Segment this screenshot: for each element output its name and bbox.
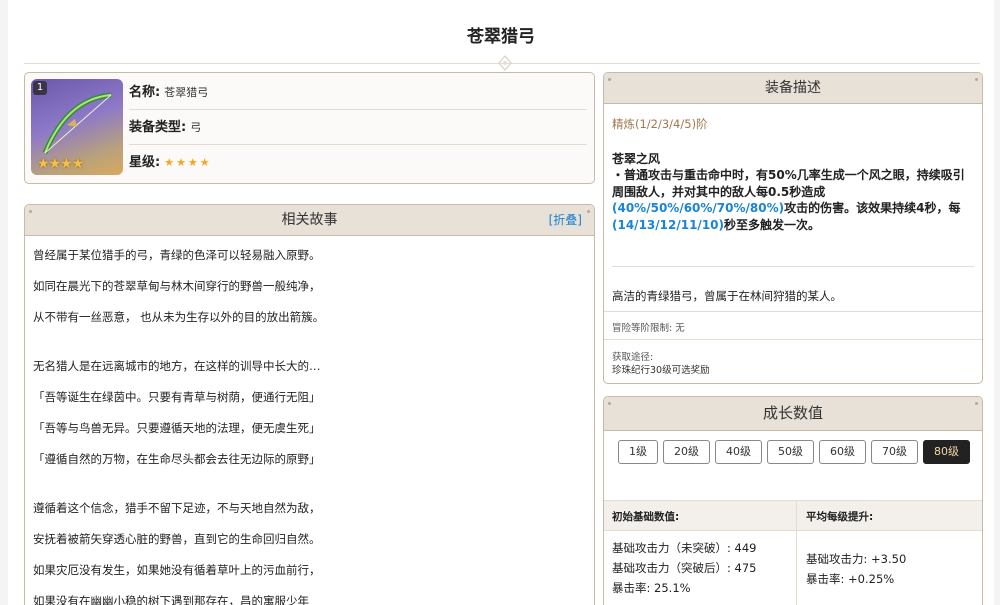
story-line: 「吾等诞生在绿茵中。只要有青草与树荫，便通行无阻」 xyxy=(33,390,321,404)
avg-crit: 暴击率: +0.25% xyxy=(806,572,895,586)
fold-link[interactable]: [折叠] xyxy=(549,205,582,235)
weapon-image: 1 ★★★★ xyxy=(31,79,123,175)
level-button[interactable]: 70级 xyxy=(871,440,918,464)
obtain-value: 珍珠纪行30级可选奖励 xyxy=(612,365,710,376)
level-button[interactable]: 20级 xyxy=(663,440,710,464)
growth-header: 成长数值 xyxy=(604,397,982,431)
passive-text-part: 攻击的伤害。该效果持续4秒，每 xyxy=(784,201,961,215)
refine-label: 精炼(1/2/3/4/5)阶 xyxy=(612,117,708,131)
level-button[interactable]: 50级 xyxy=(767,440,814,464)
crit-rate: 暴击率: 25.1% xyxy=(612,581,691,595)
divider xyxy=(604,311,982,312)
avg-atk: 基础攻击力: +3.50 xyxy=(806,552,907,566)
star-value: ★★★★ xyxy=(164,156,212,169)
star-label: 星级: xyxy=(129,155,161,170)
story-title: 相关故事 xyxy=(281,212,338,228)
growth-panel: 成长数值 1级 20级 40级 50级 60级 70级 80级 初始基础数值: 平均每级提升… xyxy=(603,396,983,605)
divider xyxy=(612,266,974,267)
level-button[interactable]: 1级 xyxy=(618,440,658,464)
story-text: 曾经属于某位猎手的弓，青绿的色泽可以轻易融入原野。 如同在晨光下的苍翠草甸与林木间… xyxy=(25,236,594,605)
base-atk-pre: 基础攻击力（未突破）: 449 xyxy=(612,541,757,555)
description-header: 装备描述 xyxy=(604,73,982,104)
weapon-card: 1 ★★★★ 名称: 苍翠猎弓 装备类型: 弓 星级: ★★★★ xyxy=(24,72,595,184)
story-line: 「吾等与鸟兽无异。只要遵循天地的法理，便无虞生死」 xyxy=(33,421,321,435)
base-stats-header: 初始基础数值: xyxy=(612,511,680,523)
obtain-label: 获取途径: xyxy=(612,352,654,363)
level-buttons: 1级 20级 40级 50级 60级 70级 80级 xyxy=(618,440,978,469)
avg-growth: 基础攻击力: +3.50 暴击率: +0.25% xyxy=(806,549,906,589)
stat-table-header: 初始基础数值: 平均每级提升: xyxy=(604,500,982,531)
name-value: 苍翠猎弓 xyxy=(164,86,209,99)
story-panel: 相关故事 [折叠] 曾经属于某位猎手的弓，青绿的色泽可以轻易融入原野。 如同在晨光… xyxy=(24,204,595,605)
page: 苍翠猎弓 1 ★★★★ 名称: 苍翠猎弓 装备类型: 弓 星级: ★★★★ 相关… xyxy=(8,0,994,605)
corner-dot xyxy=(975,402,978,405)
rarity-stars: ★★★★ xyxy=(37,156,84,172)
story-line: 「遵循自然的万物，在生命尽头都会去往无边际的原野」 xyxy=(33,452,321,466)
story-line: 遵循着这个信念，猎手不留下足迹，不与天地自然为敌， xyxy=(33,501,321,515)
ornament-icon xyxy=(498,55,512,71)
type-value: 弓 xyxy=(190,121,202,134)
bow-icon xyxy=(42,92,112,154)
description-title: 装备描述 xyxy=(765,80,821,96)
corner-dot xyxy=(975,78,978,81)
ascension-limit: 冒险等阶限制: 无 xyxy=(612,323,685,334)
passive-name: 苍翠之风 xyxy=(612,152,661,166)
story-gap xyxy=(33,475,586,493)
type-row: 装备类型: 弓 xyxy=(129,110,587,145)
flavor-text: 高洁的青绿猎弓，曾属于在林间狩猎的某人。 xyxy=(612,289,842,303)
star-row: 星级: ★★★★ xyxy=(129,145,587,179)
story-line: 如果没有在幽幽小稳的树下遇到那存在，昌的寓服少年 xyxy=(33,594,309,605)
passive-value: (14/13/12/11/10) xyxy=(612,217,724,232)
name-label: 名称: xyxy=(129,85,161,100)
base-atk-post: 基础攻击力（突破后）: 475 xyxy=(612,561,757,575)
page-title: 苍翠猎弓 xyxy=(467,27,535,47)
column-divider xyxy=(796,500,797,605)
corner-dot xyxy=(587,210,590,213)
story-line: 如同在晨光下的苍翠草甸与林木间穿行的野兽一般纯净， xyxy=(33,279,321,293)
base-stats: 基础攻击力（未突破）: 449 基础攻击力（突破后）: 475 暴击率: 25.… xyxy=(612,538,756,598)
passive-text: ・普通攻击与重击命中时，有50%几率生成一个风之眼，持续吸引周围敌人，并对其中的… xyxy=(612,167,974,233)
name-row: 名称: 苍翠猎弓 xyxy=(129,75,587,110)
story-header: 相关故事 [折叠] xyxy=(25,205,594,236)
story-line: 安抚着被箭矢穿透心脏的野兽，直到它的生命回归自然。 xyxy=(33,532,321,546)
corner-dot xyxy=(608,402,611,405)
level-button[interactable]: 40级 xyxy=(715,440,762,464)
corner-dot xyxy=(608,78,611,81)
avg-growth-header: 平均每级提升: xyxy=(806,511,874,523)
level-button[interactable]: 80级 xyxy=(923,440,970,464)
type-label: 装备类型: xyxy=(129,120,187,135)
story-line: 如果灾厄没有发生，如果她没有循着草叶上的污血前行， xyxy=(33,563,321,577)
story-line: 无名猎人是在远离城市的地方，在这样的训导中长大的… xyxy=(33,359,321,373)
passive-text-part: 秒至多触发一次。 xyxy=(724,217,821,232)
story-gap xyxy=(33,333,586,351)
description-panel: 装备描述 精炼(1/2/3/4/5)阶 苍翠之风 ・普通攻击与重击命中时，有50… xyxy=(603,72,983,384)
passive-text-part: ・普通攻击与重击命中时，有50%几率生成一个风之眼，持续吸引周围敌人，并对其中的… xyxy=(612,168,965,199)
divider xyxy=(604,339,982,340)
passive-value: (40%/50%/60%/70%/80%) xyxy=(612,201,785,215)
story-line: 从不带有一丝恶意， 也从未为生存以外的目的放出箭簇。 xyxy=(33,310,325,324)
story-line: 曾经属于某位猎手的弓，青绿的色泽可以轻易融入原野。 xyxy=(33,248,321,262)
corner-dot xyxy=(29,210,32,213)
growth-title: 成长数值 xyxy=(762,404,823,422)
level-button[interactable]: 60级 xyxy=(819,440,866,464)
